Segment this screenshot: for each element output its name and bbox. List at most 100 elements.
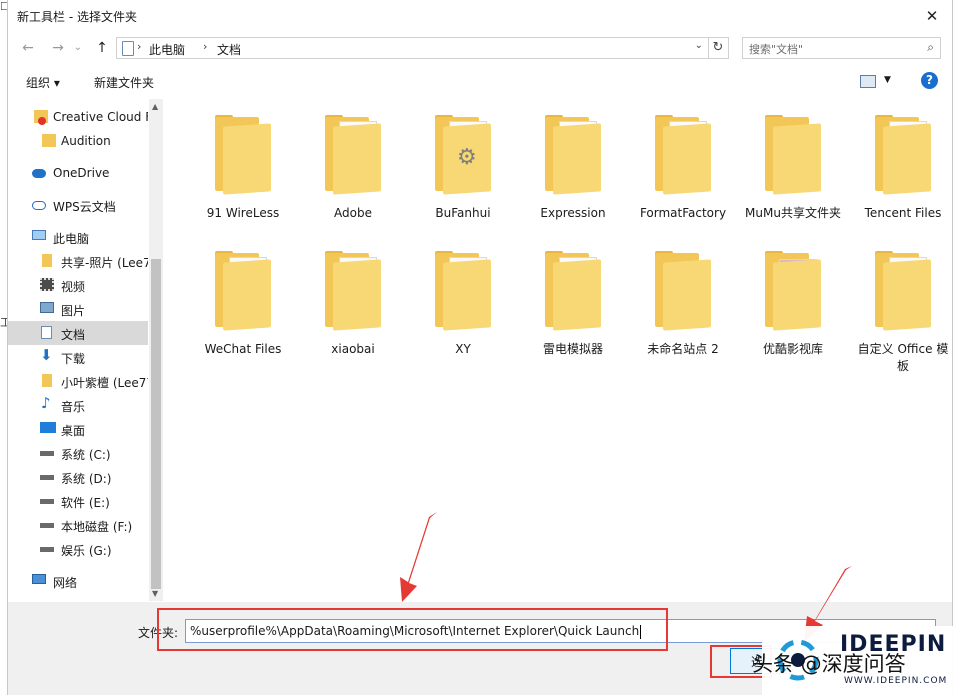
- breadcrumb-separator: ›: [137, 40, 142, 53]
- video-icon: [40, 278, 54, 291]
- folder-tile[interactable]: 自定义 Office 模板: [853, 235, 953, 373]
- folder-icon: ⚙: [435, 115, 491, 195]
- desktop-icon: [40, 422, 56, 433]
- recent-locations-icon[interactable]: ⌄: [68, 38, 88, 58]
- search-input[interactable]: 搜索"文档" ⌕: [742, 37, 941, 59]
- annotation-box-path: [157, 608, 668, 651]
- sidebar-item-network[interactable]: 网络: [8, 569, 148, 593]
- sidebar-item-drive-c[interactable]: 系统 (C:): [8, 441, 148, 465]
- sidebar-item-wps-cloud[interactable]: WPS云文档: [8, 193, 148, 217]
- breadcrumb-this-pc[interactable]: 此电脑: [149, 41, 185, 58]
- folder-tile[interactable]: Adobe: [303, 99, 403, 229]
- folder-icon: [765, 251, 821, 331]
- cloud-outline-icon: [32, 201, 46, 210]
- sidebar-item-label: 网络: [53, 576, 78, 590]
- folder-name: FormatFactory: [639, 206, 727, 220]
- sidebar-item-xiaoye[interactable]: 小叶紫檀 (Lee77: [8, 369, 148, 393]
- folder-icon: [215, 115, 271, 195]
- folder-name: Tencent Files: [864, 206, 942, 220]
- sidebar-item-creative-cloud[interactable]: Creative Cloud Fi: [8, 105, 148, 129]
- sidebar-item-music[interactable]: ♪ 音乐: [8, 393, 148, 417]
- sidebar-item-desktop[interactable]: 桌面: [8, 417, 148, 441]
- pictures-icon: [40, 302, 54, 313]
- sidebar-item-label: 娱乐 (G:): [61, 544, 112, 558]
- folder-name: 雷电模拟器: [542, 342, 603, 356]
- watermark-caption: 头条 @深度问答: [752, 652, 906, 676]
- navigation-pane: Creative Cloud Fi Audition OneDrive WPS云…: [8, 99, 162, 601]
- sidebar-item-shared-photos[interactable]: 共享-照片 (Lee7: [8, 249, 148, 273]
- search-icon[interactable]: ⌕: [927, 40, 934, 55]
- sidebar-item-this-pc[interactable]: 此电脑: [8, 225, 148, 249]
- new-folder-button[interactable]: 新建文件夹: [94, 74, 154, 91]
- folder-tile[interactable]: MuMu共享文件夹: [743, 99, 843, 229]
- forward-arrow-icon[interactable]: →: [48, 38, 68, 58]
- sidebar-item-label: WPS云文档: [53, 200, 116, 214]
- folder-name: XY: [455, 342, 471, 356]
- folder-tile[interactable]: XY: [413, 235, 513, 365]
- drive-icon: [40, 499, 54, 504]
- sidebar-item-downloads[interactable]: ⬇ 下载: [8, 345, 148, 369]
- folder-icon: [215, 251, 271, 331]
- sidebar-item-documents[interactable]: 文档: [8, 321, 148, 345]
- folder-icon: [655, 115, 711, 195]
- folder-name: 优酷影视库: [762, 342, 823, 356]
- sidebar-item-onedrive[interactable]: OneDrive: [8, 161, 148, 185]
- sidebar-item-label: 文档: [61, 328, 86, 342]
- folder-tile[interactable]: ⚙ BuFanhui: [413, 99, 513, 229]
- cc-badge-icon: [38, 117, 46, 125]
- organize-button[interactable]: 组织 ▾: [26, 74, 60, 91]
- folder-view: 91 WireLess Adobe ⚙ BuFanhui Expression Forma…: [163, 99, 952, 601]
- folder-tile[interactable]: Expression: [523, 99, 623, 229]
- drive-icon: [40, 523, 54, 528]
- view-dropdown-icon[interactable]: ▼: [884, 75, 891, 85]
- folder-tile[interactable]: 未命名站点 2: [633, 235, 733, 365]
- folder-icon: [545, 115, 601, 195]
- address-box[interactable]: › 此电脑 › 文档 ⌄: [116, 37, 709, 59]
- watermark: IDEEPIN 头条 @深度问答 WWW.IDEEPIN.COM: [752, 626, 960, 695]
- folder-icon: [325, 115, 381, 195]
- sidebar-item-label: 下载: [61, 352, 86, 366]
- documents-icon: [122, 41, 134, 56]
- scroll-down-icon[interactable]: ▼: [152, 589, 158, 598]
- sidebar-item-label: 此电脑: [53, 232, 90, 246]
- folder-tile[interactable]: FormatFactory: [633, 99, 733, 229]
- drive-icon: [40, 475, 54, 480]
- sidebar-item-label: Audition: [61, 134, 111, 148]
- sidebar-item-label: 小叶紫檀 (Lee77: [61, 376, 148, 390]
- title-bar: 新工具栏 - 选择文件夹 ✕: [8, 0, 952, 32]
- network-icon: [32, 574, 46, 584]
- sidebar-item-drive-g[interactable]: 娱乐 (G:): [8, 537, 148, 561]
- help-icon[interactable]: ?: [921, 72, 938, 89]
- folder-name: 91 WireLess: [206, 206, 280, 220]
- sidebar-scrollbar[interactable]: ▲ ▼: [149, 99, 163, 601]
- scroll-up-icon[interactable]: ▲: [152, 102, 158, 111]
- view-options-icon[interactable]: [860, 75, 876, 88]
- folder-tile[interactable]: 优酷影视库: [743, 235, 843, 365]
- sidebar-item-videos[interactable]: 视频: [8, 273, 148, 297]
- refresh-icon[interactable]: ↻: [708, 37, 729, 59]
- folder-tile[interactable]: Tencent Files: [853, 99, 953, 229]
- folder-tile[interactable]: 91 WireLess: [193, 99, 293, 229]
- folder-tile[interactable]: WeChat Files: [193, 235, 293, 365]
- address-dropdown-icon[interactable]: ⌄: [695, 40, 703, 51]
- folder-tile[interactable]: 雷电模拟器: [523, 235, 623, 365]
- folder-icon: [875, 251, 931, 331]
- close-icon[interactable]: ✕: [918, 2, 946, 30]
- folder-name: MuMu共享文件夹: [745, 206, 841, 220]
- folder-icon: [325, 251, 381, 331]
- sidebar-item-audition[interactable]: Audition: [8, 129, 148, 153]
- sidebar-item-label: OneDrive: [53, 166, 110, 180]
- back-arrow-icon[interactable]: ←: [18, 38, 38, 58]
- sidebar-item-drive-d[interactable]: 系统 (D:): [8, 465, 148, 489]
- breadcrumb-documents[interactable]: 文档: [217, 41, 241, 58]
- sidebar-item-drive-f[interactable]: 本地磁盘 (F:): [8, 513, 148, 537]
- shared-folder-icon: [42, 374, 52, 387]
- scrollbar-thumb[interactable]: [151, 259, 161, 589]
- folder-name: 未命名站点 2: [647, 342, 719, 356]
- sidebar-item-drive-e[interactable]: 软件 (E:): [8, 489, 148, 513]
- sidebar-item-pictures[interactable]: 图片: [8, 297, 148, 321]
- drive-c-icon: [40, 451, 54, 456]
- folder-name: Expression: [540, 206, 606, 220]
- folder-tile[interactable]: xiaobai: [303, 235, 403, 365]
- up-arrow-icon[interactable]: ↑: [92, 38, 112, 58]
